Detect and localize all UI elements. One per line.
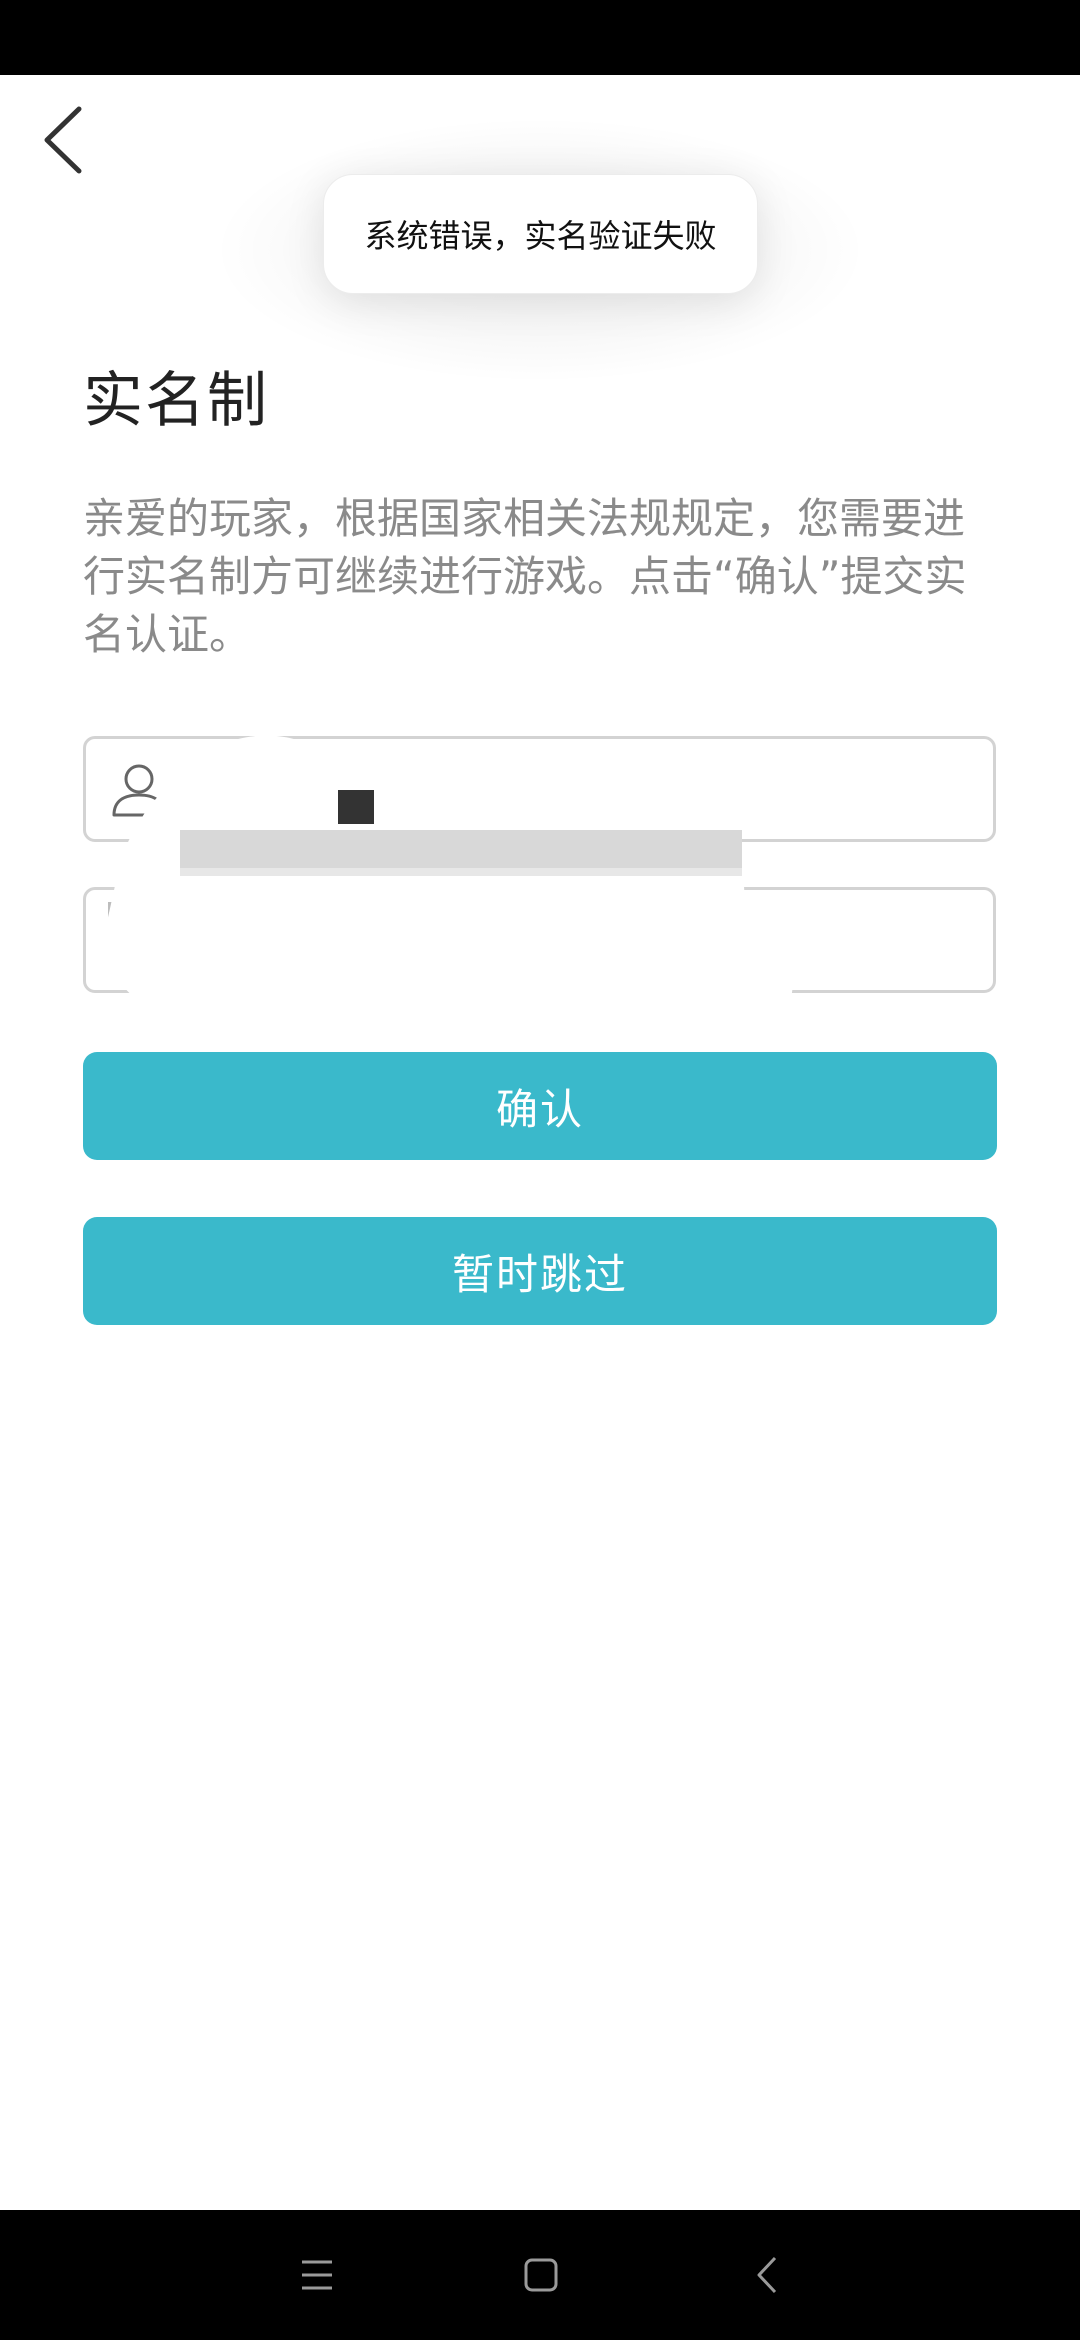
home-icon [524, 2258, 558, 2292]
intro-text: 亲爱的玩家，根据国家相关法规规定，您需要进行实名制方可继续进行游戏。点击“确认”… [83, 494, 967, 659]
back-button[interactable] [28, 100, 98, 180]
back-icon [757, 2256, 777, 2294]
nav-home-button[interactable] [506, 2240, 576, 2310]
skip-button-label: 暂时跳过 [451, 1249, 628, 1299]
toast-message: 系统错误，实名验证失败 [364, 217, 717, 255]
redaction-smudge [104, 735, 795, 1010]
error-toast: 系统错误，实名验证失败 [323, 174, 758, 294]
nav-back-button[interactable] [732, 2240, 802, 2310]
confirm-button-label: 确认 [495, 1084, 584, 1134]
screen: 系统错误，实名验证失败 实名制 亲爱的玩家，根据国家相关法规规定，您需要进行实名… [0, 0, 1080, 2340]
system-nav-bar [0, 2210, 1080, 2340]
nav-menu-button[interactable] [282, 2240, 352, 2310]
back-arrow-icon [44, 106, 82, 174]
confirm-button[interactable]: 确认 [83, 1052, 997, 1160]
page-title: 实名制 [83, 366, 269, 436]
menu-icon [302, 2260, 332, 2290]
status-bar [0, 0, 1080, 75]
skip-button[interactable]: 暂时跳过 [83, 1217, 997, 1325]
